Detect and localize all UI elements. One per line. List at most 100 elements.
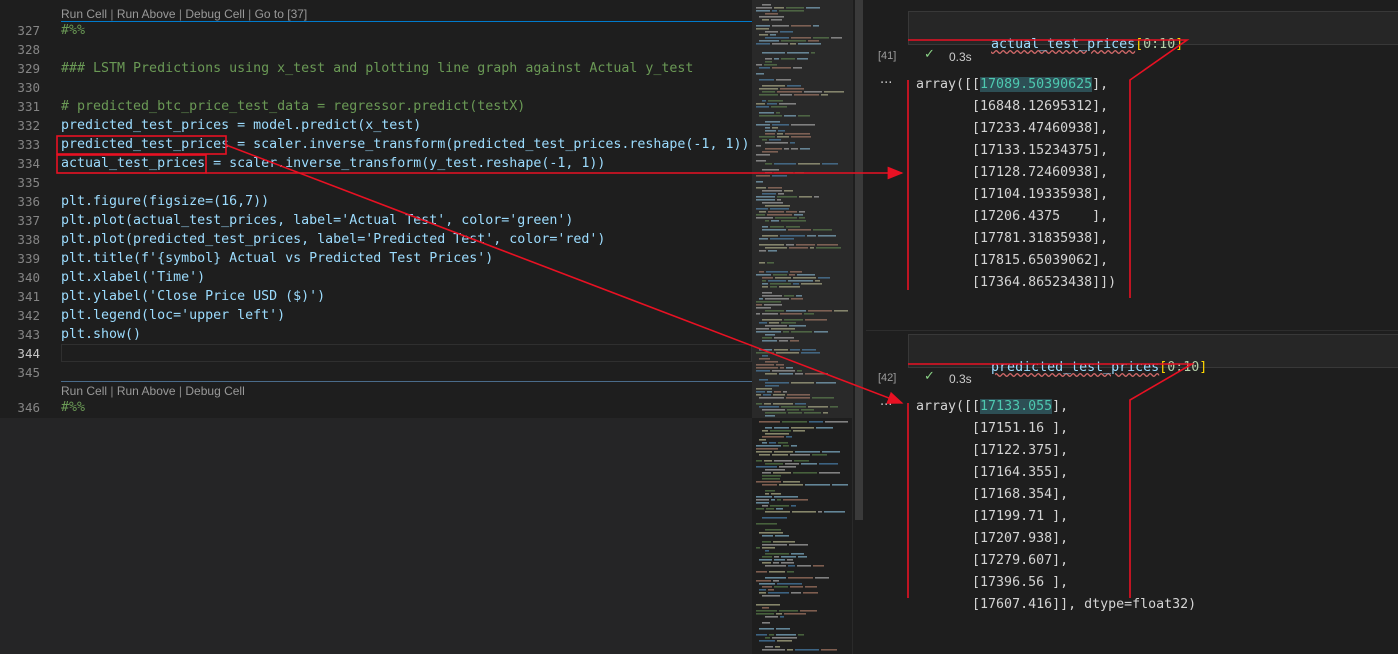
minimap-stroke [776,634,796,636]
code-text: plt.ylabel('Close Price USD ($)') [61,289,326,304]
minimap-stroke [790,586,803,588]
line-number: 331 [17,99,40,114]
ellipsis-icon[interactable]: ··· [880,398,892,413]
minimap-stroke [759,583,775,585]
minimap-stroke [762,649,785,651]
cell-input-box[interactable]: actual_test_prices[0:10] [908,11,1398,52]
minimap-stroke [765,511,790,513]
line-number: 340 [17,270,40,285]
minimap-stroke [765,550,769,552]
cell-input-code[interactable]: actual_test_prices[0:10] [943,22,1183,67]
code-line[interactable]: 337 plt.plot(actual_test_prices, label='… [0,211,752,230]
minimap-stroke [774,496,798,498]
code-text: plt.figure(figsize=(16,7)) [61,194,270,209]
minimap-stroke [765,529,781,531]
minimap-stroke [756,481,781,483]
code-text: # predicted_btc_price_test_data = regres… [61,99,526,114]
code-line[interactable]: 345 [0,363,752,382]
code-line[interactable]: 343 plt.show() [0,325,752,344]
minimap-stroke [815,577,829,579]
code-line[interactable]: 341 plt.ylabel('Close Price USD ($)') [0,287,752,306]
code-text: #%% [61,400,86,415]
code-text: plt.plot(predicted_test_prices, label='P… [61,232,606,247]
code-line[interactable]: 334 actual_test_prices = scaler.inverse_… [0,154,752,173]
codelens-debug-cell[interactable]: Debug Cell [185,7,244,21]
cell-input-box[interactable]: predicted_test_prices[0:10] [908,334,1398,375]
minimap-stroke [762,535,773,537]
minimap-stroke [784,613,806,615]
codelens-run-cell[interactable]: Run Cell [61,384,107,398]
minimap[interactable] [752,0,852,654]
cell-input-bracket: [ [1135,37,1144,52]
codelens-run-cell[interactable]: Run Cell [61,7,107,21]
code-editor[interactable]: Run Cell | Run Above | Debug Cell | Go t… [0,0,752,654]
code-text: plt.show() [61,327,142,342]
execution-duration: 0.3s [949,50,972,64]
minimap-stroke [756,496,772,498]
cell-input-variable: actual_test_prices [991,37,1136,52]
minimap-stroke [787,571,794,573]
output-line: array([[17133.055], [916,399,1069,414]
line-number: 327 [17,23,40,38]
minimap-stroke [765,637,770,639]
code-line-current[interactable]: 344 [0,344,752,363]
code-line[interactable]: 340 plt.xlabel('Time') [0,268,752,287]
line-number: 341 [17,289,40,304]
minimap-stroke [791,505,796,507]
codelens-debug-cell[interactable]: Debug Cell [185,384,244,398]
minimap-stroke [774,559,785,561]
codelens-bottom[interactable]: Run Cell | Run Above | Debug Cell [61,384,245,398]
code-line[interactable]: 342 plt.legend(loc='upper left') [0,306,752,325]
vertical-scrollbar[interactable] [852,0,865,654]
codelens-go-to[interactable]: Go to [37] [255,7,308,21]
code-line[interactable]: 335 [0,173,752,192]
minimap-stroke [765,577,786,579]
minimap-stroke [773,562,779,564]
minimap-stroke [756,580,771,582]
minimap-stroke [772,454,788,456]
ellipsis-icon[interactable]: ··· [880,76,892,91]
scrollbar-thumb[interactable] [855,0,863,520]
code-line[interactable]: 338 plt.plot(predicted_test_prices, labe… [0,230,752,249]
line-number: 346 [17,400,40,415]
minimap-stroke [776,508,783,510]
minimap-stroke [768,592,789,594]
minimap-stroke [797,565,811,567]
code-line[interactable]: 327 #%% [0,21,752,40]
code-line[interactable]: 329 ### LSTM Predictions using x_test an… [0,59,752,78]
minimap-stroke [819,463,838,465]
minimap-stroke [821,649,837,651]
code-line[interactable]: 333 predicted_test_prices = scaler.inver… [0,135,752,154]
minimap-stroke [766,508,774,510]
codelens-run-above[interactable]: Run Above [117,384,176,398]
minimap-stroke [779,484,803,486]
output-line: [17781.31835938], [916,231,1109,246]
codelens-run-above[interactable]: Run Above [117,7,176,21]
code-line[interactable]: 332 predicted_test_prices = model.predic… [0,116,752,135]
code-line[interactable]: 330 [0,78,752,97]
code-line[interactable]: 331 # predicted_btc_price_test_data = re… [0,97,752,116]
minimap-stroke [770,505,789,507]
minimap-stroke [756,466,777,468]
code-text: plt.legend(loc='upper left') [61,308,286,323]
code-line[interactable]: 336 plt.figure(figsize=(16,7)) [0,192,752,211]
minimap-slider[interactable] [752,0,852,418]
line-number: 335 [17,175,40,190]
code-line[interactable]: 328 [0,40,752,59]
codelens-top[interactable]: Run Cell | Run Above | Debug Cell | Go t… [61,7,307,21]
line-number: 342 [17,308,40,323]
interactive-window[interactable]: actual_test_prices[0:10] [41] ✓ 0.3s ···… [866,0,1398,654]
minimap-stroke [756,448,778,450]
code-line[interactable]: 339 plt.title(f'{symbol} Actual vs Predi… [0,249,752,268]
minimap-stroke [774,586,788,588]
minimap-stroke [781,562,794,564]
code-text: plt.plot(actual_test_prices, label='Actu… [61,213,574,228]
execution-count: [41] [878,50,897,62]
minimap-stroke [789,544,808,546]
minimap-stroke [762,595,780,597]
cell-input-code[interactable]: predicted_test_prices[0:10] [943,345,1207,390]
minimap-stroke [792,511,816,513]
code-line[interactable]: 346 #%% [0,398,752,417]
minimap-stroke [756,613,774,615]
code-text: ### LSTM Predictions using x_test and pl… [61,61,694,76]
